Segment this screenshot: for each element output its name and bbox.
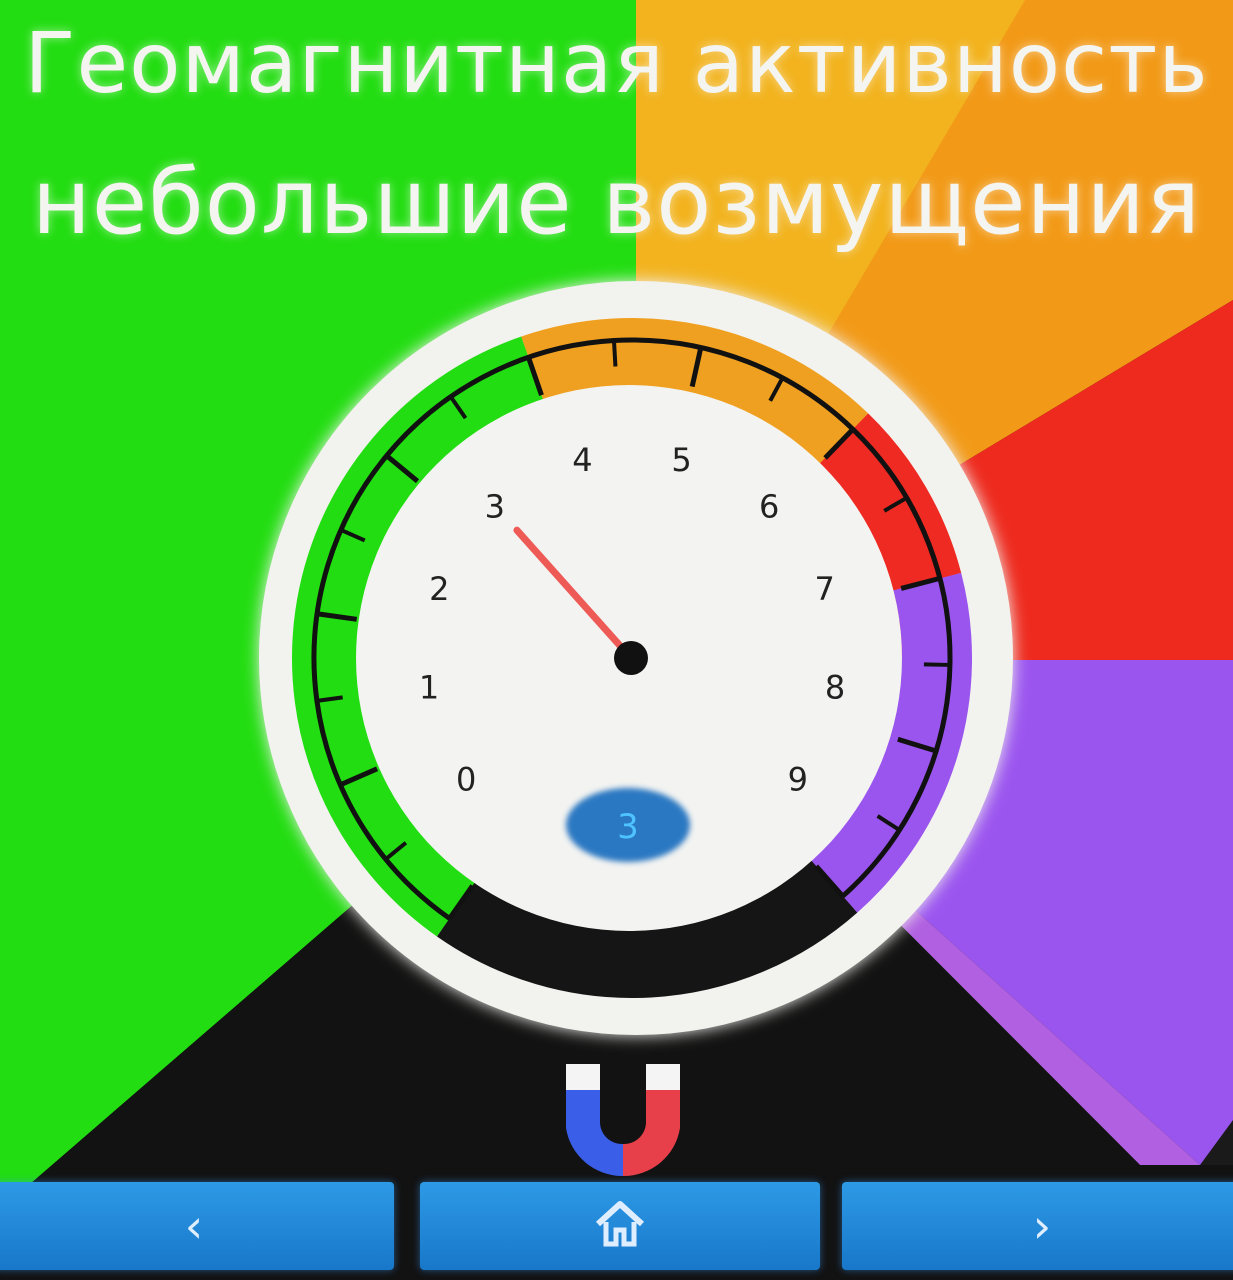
tick-mark — [923, 662, 950, 667]
bottom-nav: ‹ › — [0, 1180, 1233, 1280]
scale-label: 5 — [671, 441, 691, 479]
scale-label: 0 — [456, 760, 476, 798]
scale-label: 3 — [485, 488, 505, 526]
chevron-right-icon: › — [1032, 1199, 1052, 1253]
kp-gauge: 0 1 2 3 4 5 6 7 8 9 3 — [259, 281, 1013, 1035]
tick-mark — [611, 340, 618, 367]
scale-label: 2 — [429, 570, 449, 608]
scale-label: 9 — [788, 760, 808, 798]
scale-label: 4 — [572, 441, 592, 479]
value-badge-text: 3 — [617, 807, 639, 847]
next-button[interactable]: › — [842, 1182, 1233, 1270]
home-icon — [594, 1200, 646, 1252]
magnet-icon — [556, 1058, 690, 1182]
home-button[interactable] — [420, 1182, 820, 1270]
scale-label: 7 — [814, 570, 834, 608]
needle-hub — [614, 641, 648, 675]
chevron-left-icon: ‹ — [184, 1199, 204, 1253]
gauge-screen: Геомагнитная активность небольшие возмущ… — [0, 0, 1233, 1280]
back-button[interactable]: ‹ — [0, 1182, 394, 1270]
scale-label: 8 — [825, 669, 845, 707]
scale-label: 1 — [419, 669, 439, 707]
scale-label: 6 — [759, 488, 779, 526]
